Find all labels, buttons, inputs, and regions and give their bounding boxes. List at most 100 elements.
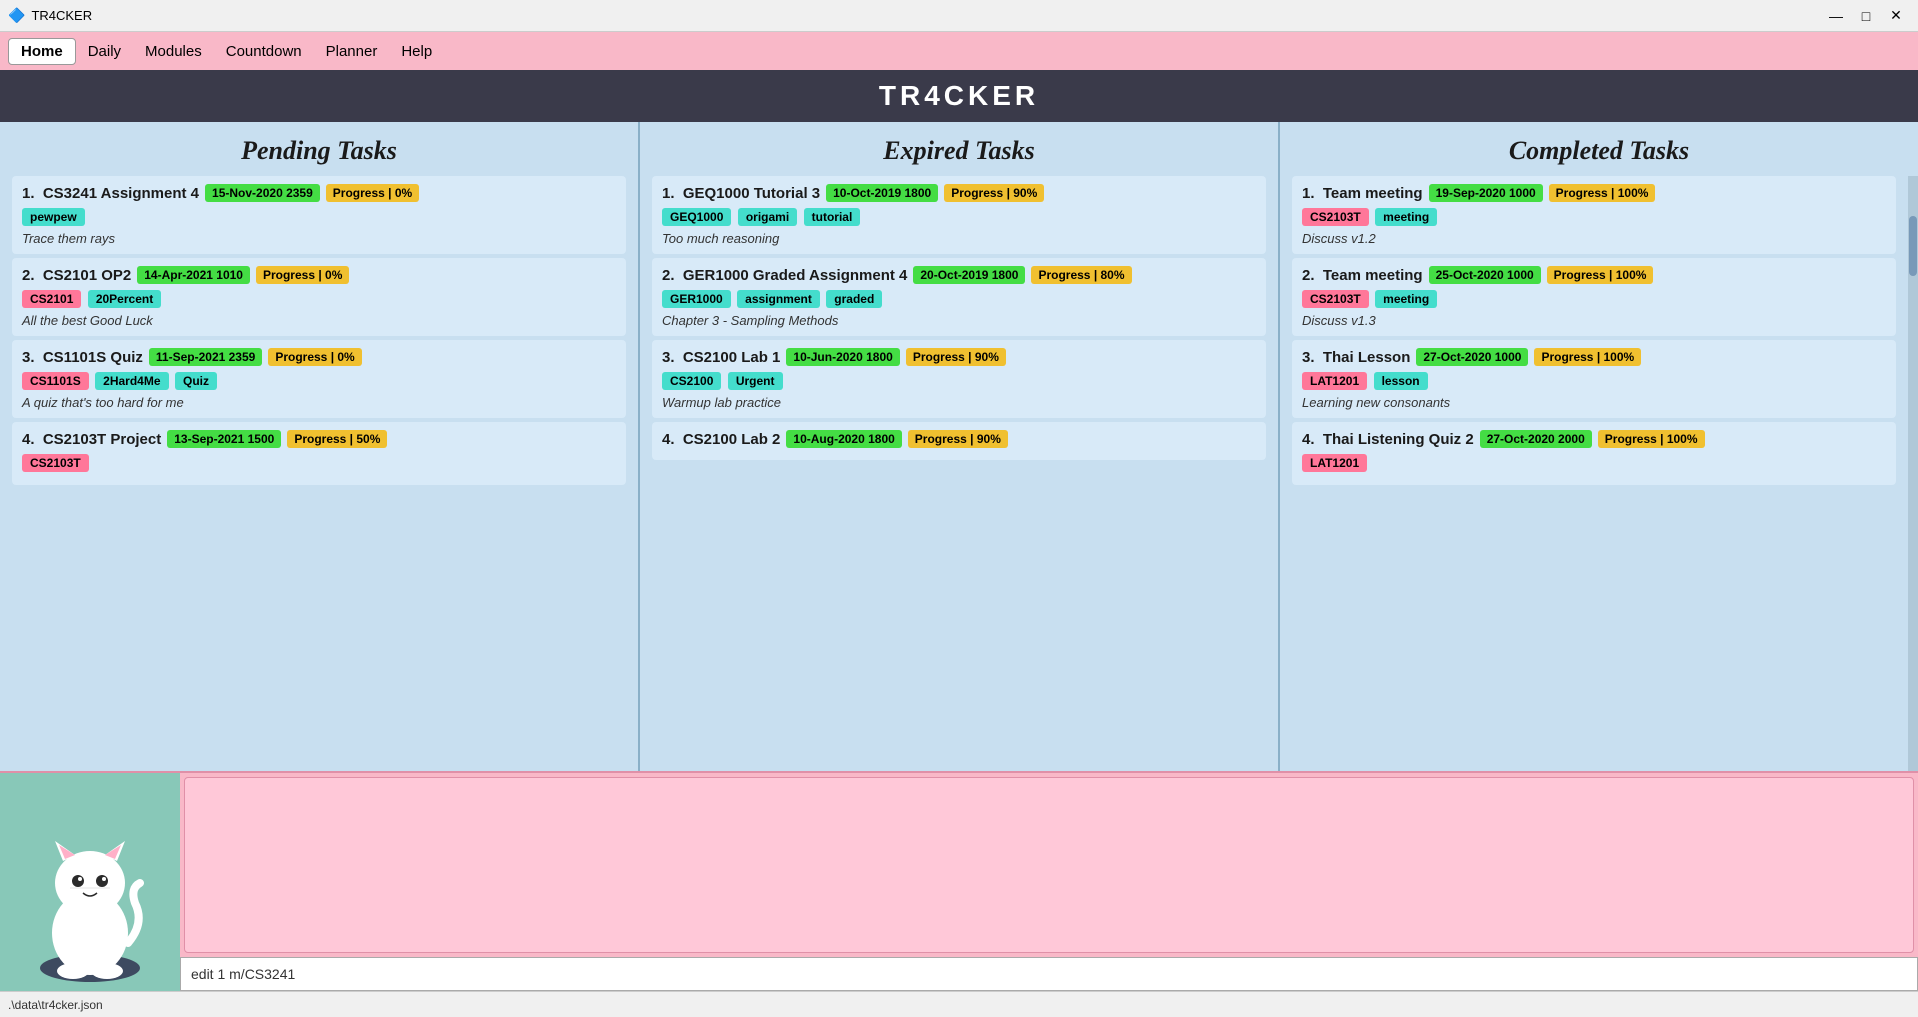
tag-origami: origami [738, 208, 797, 226]
menu-planner[interactable]: Planner [314, 39, 390, 64]
expired-scroll[interactable]: 1. GEQ1000 Tutorial 3 10-Oct-2019 1800 P… [640, 176, 1278, 771]
completed-task-4-progress: Progress | 100% [1598, 430, 1705, 448]
menu-home[interactable]: Home [8, 38, 76, 65]
window-controls: — □ ✕ [1822, 5, 1910, 27]
minimize-button[interactable]: — [1822, 5, 1850, 27]
tag-geq1000: GEQ1000 [662, 208, 731, 226]
completed-task-1-tags: CS2103T meeting [1302, 206, 1886, 228]
completed-task-4-header: 4. Thai Listening Quiz 2 27-Oct-2020 200… [1302, 430, 1886, 448]
expired-task-1-title: 1. GEQ1000 Tutorial 3 [662, 185, 820, 202]
completed-task-1-title: 1. Team meeting [1302, 185, 1423, 202]
pending-task-3: 3. CS1101S Quiz 11-Sep-2021 2359 Progres… [12, 340, 626, 418]
tag-cs2100-3: CS2100 [662, 372, 721, 390]
menu-help[interactable]: Help [389, 39, 444, 64]
expired-task-1-desc: Too much reasoning [662, 231, 1256, 246]
completed-task-2-tags: CS2103T meeting [1302, 288, 1886, 310]
pending-task-1-date: 15-Nov-2020 2359 [205, 184, 320, 202]
pending-task-2: 2. CS2101 OP2 14-Apr-2021 1010 Progress … [12, 258, 626, 336]
main-content: Pending Tasks 1. CS3241 Assignment 4 15-… [0, 122, 1918, 771]
pending-task-1: 1. CS3241 Assignment 4 15-Nov-2020 2359 … [12, 176, 626, 254]
tag-cs2103t-p4: CS2103T [22, 454, 89, 472]
pending-scroll[interactable]: 1. CS3241 Assignment 4 15-Nov-2020 2359 … [0, 176, 638, 771]
pending-column: Pending Tasks 1. CS3241 Assignment 4 15-… [0, 122, 640, 771]
status-bar: .\data\tr4cker.json [0, 991, 1918, 1017]
tag-tutorial: tutorial [804, 208, 861, 226]
expired-column-header: Expired Tasks [640, 122, 1278, 176]
completed-task-3-tags: LAT1201 lesson [1302, 370, 1886, 392]
pending-task-2-desc: All the best Good Luck [22, 313, 616, 328]
expired-task-3-progress: Progress | 90% [906, 348, 1006, 366]
expired-task-4-progress: Progress | 90% [908, 430, 1008, 448]
completed-column: Completed Tasks 1. Team meeting 19-Sep-2… [1280, 122, 1918, 771]
completed-task-1-header: 1. Team meeting 19-Sep-2020 1000 Progres… [1302, 184, 1886, 202]
pending-task-1-tags: pewpew [22, 206, 616, 228]
pending-task-3-header: 3. CS1101S Quiz 11-Sep-2021 2359 Progres… [22, 348, 616, 366]
pending-column-header: Pending Tasks [0, 122, 638, 176]
output-area [184, 777, 1914, 953]
completed-task-3-desc: Learning new consonants [1302, 395, 1886, 410]
completed-task-2-header: 2. Team meeting 25-Oct-2020 1000 Progres… [1302, 266, 1886, 284]
tag-cs1101s: CS1101S [22, 372, 89, 390]
tag-quiz: Quiz [175, 372, 217, 390]
pending-task-3-progress: Progress | 0% [268, 348, 361, 366]
pending-task-4-date: 13-Sep-2021 1500 [167, 430, 281, 448]
tag-meeting-c2: meeting [1375, 290, 1437, 308]
expired-task-1-header: 1. GEQ1000 Tutorial 3 10-Oct-2019 1800 P… [662, 184, 1256, 202]
completed-scrollbar-thumb [1909, 216, 1917, 276]
tag-lat1201-c4: LAT1201 [1302, 454, 1367, 472]
app-title-bar: TR4CKER [0, 70, 1918, 122]
expired-task-1-tags: GEQ1000 origami tutorial [662, 206, 1256, 228]
pending-task-4-progress: Progress | 50% [287, 430, 387, 448]
tag-graded: graded [826, 290, 882, 308]
menu-bar: Home Daily Modules Countdown Planner Hel… [0, 32, 1918, 70]
pending-task-2-title: 2. CS2101 OP2 [22, 267, 131, 284]
pending-task-4-title: 4. CS2103T Project [22, 431, 161, 448]
expired-task-3-tags: CS2100 Urgent [662, 370, 1256, 392]
completed-task-3-header: 3. Thai Lesson 27-Oct-2020 1000 Progress… [1302, 348, 1886, 366]
completed-task-3-progress: Progress | 100% [1534, 348, 1641, 366]
expired-column: Expired Tasks 1. GEQ1000 Tutorial 3 10-O… [640, 122, 1280, 771]
expired-task-2-progress: Progress | 80% [1031, 266, 1131, 284]
expired-task-3-header: 3. CS2100 Lab 1 10-Jun-2020 1800 Progres… [662, 348, 1256, 366]
expired-task-2: 2. GER1000 Graded Assignment 4 20-Oct-20… [652, 258, 1266, 336]
expired-task-1-date: 10-Oct-2019 1800 [826, 184, 938, 202]
completed-task-4-date: 27-Oct-2020 2000 [1480, 430, 1592, 448]
app-icon: 🔷 [8, 7, 25, 24]
pending-task-3-title: 3. CS1101S Quiz [22, 349, 143, 366]
completed-scrollbar[interactable] [1908, 176, 1918, 771]
pending-task-1-header: 1. CS3241 Assignment 4 15-Nov-2020 2359 … [22, 184, 616, 202]
completed-task-2-title: 2. Team meeting [1302, 267, 1423, 284]
tag-cs2101: CS2101 [22, 290, 81, 308]
bottom-combined: edit 1 m/CS3241 [180, 773, 1918, 991]
command-text: edit 1 m/CS3241 [191, 966, 295, 982]
expired-task-4-date: 10-Aug-2020 1800 [786, 430, 901, 448]
completed-task-2-desc: Discuss v1.3 [1302, 313, 1886, 328]
title-bar-left: 🔷 TR4CKER [8, 7, 92, 24]
menu-modules[interactable]: Modules [133, 39, 214, 64]
completed-scroll[interactable]: 1. Team meeting 19-Sep-2020 1000 Progres… [1280, 176, 1908, 771]
tag-meeting-c1: meeting [1375, 208, 1437, 226]
pending-task-1-progress: Progress | 0% [326, 184, 419, 202]
pending-task-3-tags: CS1101S 2Hard4Me Quiz [22, 370, 616, 392]
completed-task-1-desc: Discuss v1.2 [1302, 231, 1886, 246]
completed-task-1-progress: Progress | 100% [1549, 184, 1656, 202]
bottom-section: edit 1 m/CS3241 [0, 771, 1918, 991]
pending-task-2-progress: Progress | 0% [256, 266, 349, 284]
completed-task-3-title: 3. Thai Lesson [1302, 349, 1410, 366]
expired-task-1-progress: Progress | 90% [944, 184, 1044, 202]
expired-task-2-desc: Chapter 3 - Sampling Methods [662, 313, 1256, 328]
expired-task-4-header: 4. CS2100 Lab 2 10-Aug-2020 1800 Progres… [662, 430, 1256, 448]
pending-task-3-desc: A quiz that's too hard for me [22, 395, 616, 410]
menu-daily[interactable]: Daily [76, 39, 133, 64]
completed-task-1: 1. Team meeting 19-Sep-2020 1000 Progres… [1292, 176, 1896, 254]
menu-countdown[interactable]: Countdown [214, 39, 314, 64]
close-button[interactable]: ✕ [1882, 5, 1910, 27]
maximize-button[interactable]: □ [1852, 5, 1880, 27]
expired-task-3-title: 3. CS2100 Lab 1 [662, 349, 780, 366]
completed-task-3: 3. Thai Lesson 27-Oct-2020 1000 Progress… [1292, 340, 1896, 418]
expired-task-4: 4. CS2100 Lab 2 10-Aug-2020 1800 Progres… [652, 422, 1266, 460]
pending-task-3-date: 11-Sep-2021 2359 [149, 348, 262, 366]
completed-task-2: 2. Team meeting 25-Oct-2020 1000 Progres… [1292, 258, 1896, 336]
command-bar: edit 1 m/CS3241 [180, 957, 1918, 991]
tag-urgent: Urgent [728, 372, 783, 390]
